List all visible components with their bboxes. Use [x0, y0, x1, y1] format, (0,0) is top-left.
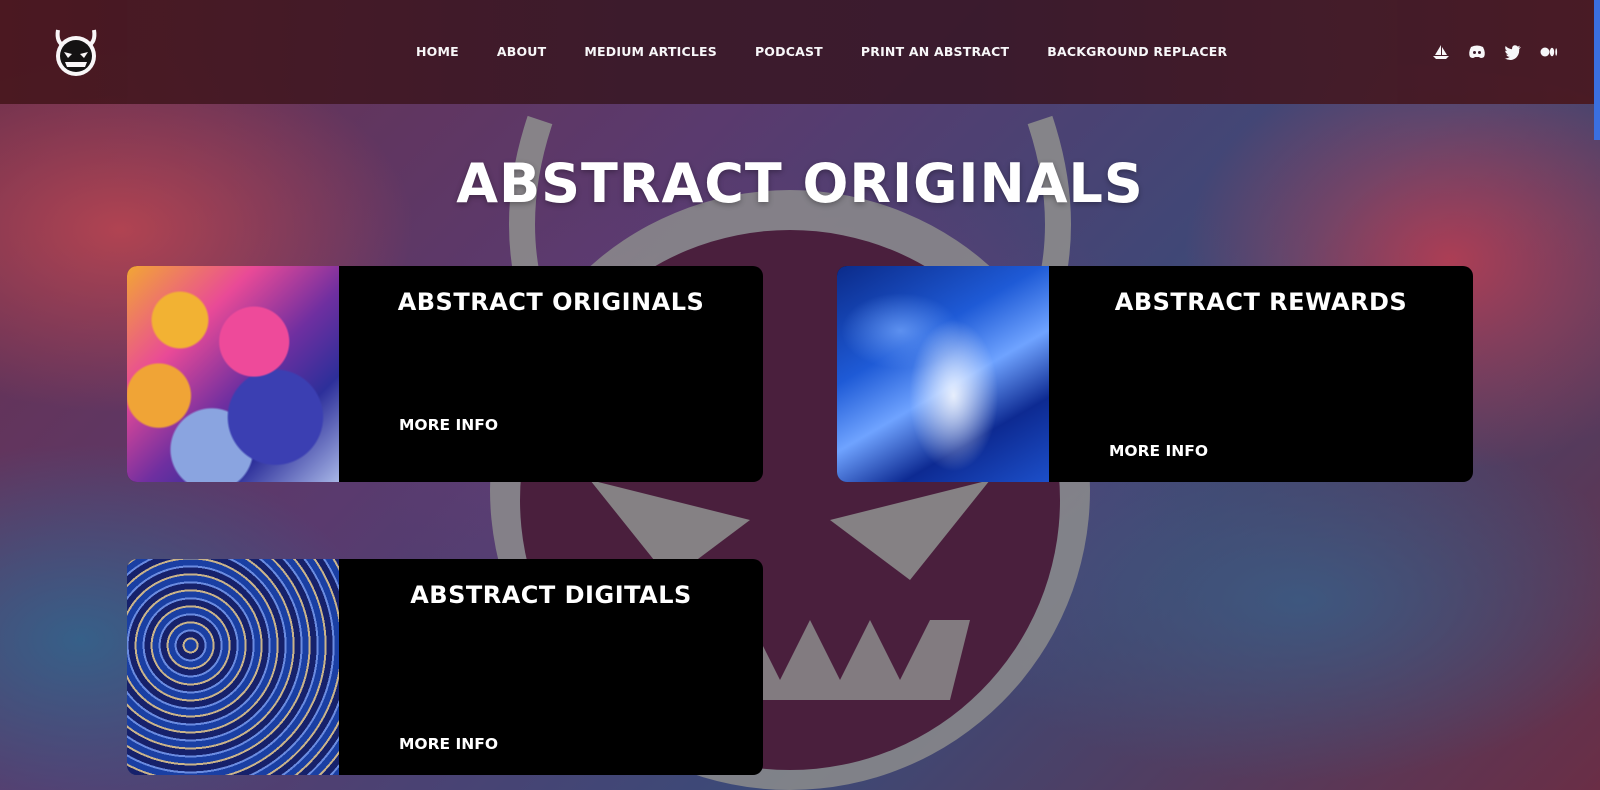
- nav-home[interactable]: HOME: [416, 44, 459, 59]
- card-title: ABSTRACT REWARDS: [1114, 288, 1408, 316]
- more-info-link[interactable]: MORE INFO: [1109, 442, 1208, 460]
- devil-logo-icon: [55, 29, 97, 76]
- more-info-link[interactable]: MORE INFO: [399, 735, 498, 753]
- page-title: ABSTRACT ORIGINALS: [456, 152, 1144, 215]
- card-image: [127, 559, 339, 775]
- card-body: ABSTRACT ORIGINALS MORE INFO: [339, 266, 763, 482]
- nav-background-replacer[interactable]: BACKGROUND REPLACER: [1047, 44, 1227, 59]
- card-image: [127, 266, 339, 482]
- twitter-icon[interactable]: [1504, 44, 1522, 60]
- nav-medium-articles[interactable]: MEDIUM ARTICLES: [584, 44, 717, 59]
- opensea-icon[interactable]: [1432, 44, 1450, 60]
- social-links: [1432, 44, 1558, 60]
- main-nav: HOME ABOUT MEDIUM ARTICLES PODCAST PRINT…: [416, 44, 1227, 59]
- site-logo[interactable]: [52, 26, 100, 78]
- discord-icon[interactable]: [1468, 44, 1486, 60]
- card-abstract-originals[interactable]: ABSTRACT ORIGINALS MORE INFO: [127, 266, 763, 482]
- nav-about[interactable]: ABOUT: [497, 44, 547, 59]
- nav-podcast[interactable]: PODCAST: [755, 44, 823, 59]
- card-title: ABSTRACT ORIGINALS: [397, 288, 705, 316]
- card-title: ABSTRACT DIGITALS: [410, 581, 692, 609]
- card-body: ABSTRACT REWARDS MORE INFO: [1049, 266, 1473, 482]
- card-image: [837, 266, 1049, 482]
- card-abstract-digitals[interactable]: ABSTRACT DIGITALS MORE INFO: [127, 559, 763, 775]
- more-info-link[interactable]: MORE INFO: [399, 416, 498, 434]
- card-abstract-rewards[interactable]: ABSTRACT REWARDS MORE INFO: [837, 266, 1473, 482]
- site-header: HOME ABOUT MEDIUM ARTICLES PODCAST PRINT…: [0, 0, 1600, 104]
- medium-icon[interactable]: [1540, 44, 1558, 60]
- nav-print-an-abstract[interactable]: PRINT AN ABSTRACT: [861, 44, 1009, 59]
- card-body: ABSTRACT DIGITALS MORE INFO: [339, 559, 763, 775]
- scroll-indicator[interactable]: [1594, 0, 1600, 140]
